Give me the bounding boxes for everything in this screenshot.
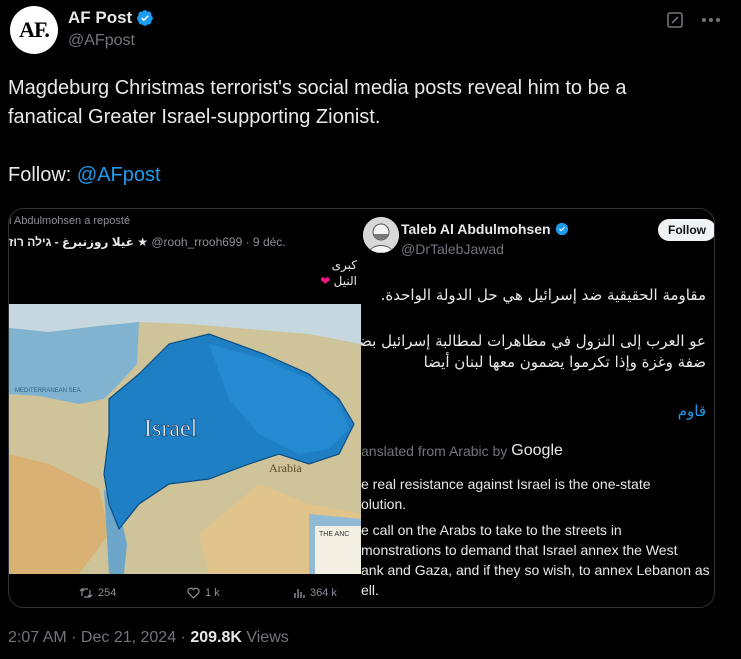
views-count: 209.8K bbox=[190, 629, 242, 646]
follow-label: Follow: bbox=[8, 164, 77, 186]
greater-israel-map: Israel Arabia MEDITERRANEAN SEA THE ANC bbox=[9, 304, 361, 574]
views-action: 364 k bbox=[293, 587, 337, 599]
arabic-line: كبرى bbox=[331, 258, 357, 272]
embedded-screenshot-left: l Abdulmohsen a reposté غيلا روزنبرغ - ג… bbox=[9, 209, 361, 607]
views-count: 364 k bbox=[310, 587, 337, 599]
embedded-user-name: غيلا روزنبرغ - גילה רוז bbox=[9, 235, 134, 249]
translated-label: anslated from Arabic by Google bbox=[361, 442, 563, 460]
embedded-avatar bbox=[363, 217, 399, 253]
map-label-arabia: Arabia bbox=[269, 461, 302, 475]
tweet-header: AF. AF Post @AFpost bbox=[10, 6, 731, 56]
like-icon bbox=[187, 587, 200, 599]
translated-line: ank and Gaza, and if they so wish, to an… bbox=[361, 562, 710, 578]
translated-text: anslated from Arabic by bbox=[361, 443, 508, 459]
retweet-icon bbox=[79, 588, 93, 598]
mention-link[interactable]: @AFpost bbox=[77, 164, 161, 186]
views-label: Views bbox=[241, 629, 289, 646]
tweet-footer: 2:07 AM · Dec 21, 2024 · 209.8K Views bbox=[8, 629, 289, 647]
author-block: AF Post @AFpost bbox=[68, 8, 154, 50]
arabic-paragraph: عو العرب إلى النزول في مظاهرات لمطالبة إ… bbox=[361, 332, 706, 350]
verified-badge-icon bbox=[137, 10, 154, 26]
like-count: 1 k bbox=[205, 587, 220, 599]
media-image[interactable]: l Abdulmohsen a reposté غيلا روزنبرغ - ג… bbox=[8, 208, 715, 608]
embedded-arabic-text: كبرى ❤ النيل bbox=[320, 257, 357, 289]
translated-line: olution. bbox=[361, 496, 407, 512]
embedded-user-line: غيلا روزنبرغ - גילה רוז ★ @rooh_rrooh699… bbox=[9, 235, 286, 249]
embedded-author-name-row: Taleb Al Abdulmohsen bbox=[401, 221, 569, 237]
arabic-paragraph: مقاومة الحقيقية ضد إسرائيل هي حل الدولة … bbox=[380, 286, 706, 304]
embedded-follow-button: Follow bbox=[658, 219, 714, 241]
embedded-user-meta: @rooh_rrooh699 · 9 déc. bbox=[151, 235, 286, 249]
arabic-link: قاوم bbox=[677, 402, 706, 420]
translated-line: e real resistance against Israel is the … bbox=[361, 476, 651, 492]
arabic-paragraph: ضفة وغزة وإذا تكرموا يضمون معها لبنان أي… bbox=[423, 353, 706, 371]
translated-line: monstrations to demand that Israel annex… bbox=[361, 542, 678, 558]
embedded-author-name: Taleb Al Abdulmohsen bbox=[401, 221, 551, 237]
map-label-israel: Israel bbox=[144, 416, 198, 442]
translated-body: e real resistance against Israel is the … bbox=[361, 474, 714, 606]
embedded-screenshot-right: Taleb Al Abdulmohsen @DrTalebJawad Follo… bbox=[361, 209, 714, 607]
tweet-body: Magdeburg Christmas terrorist's social m… bbox=[8, 74, 728, 190]
translated-line: e call on the Arabs to take to the stree… bbox=[361, 522, 622, 538]
author-handle[interactable]: @AFpost bbox=[68, 32, 154, 50]
more-icon[interactable] bbox=[701, 10, 721, 30]
retweet-count: 254 bbox=[98, 587, 117, 599]
embedded-action-bar: 254 1 k 364 k bbox=[9, 587, 361, 607]
retweet-action: 254 bbox=[79, 587, 116, 599]
tweet-text-line: Magdeburg Christmas terrorist's social m… bbox=[8, 77, 627, 99]
views-icon bbox=[294, 589, 305, 598]
like-action: 1 k bbox=[187, 587, 220, 599]
flag-icon: ★ bbox=[137, 235, 149, 249]
timestamp-link[interactable]: 2:07 AM · Dec 21, 2024 · bbox=[8, 629, 190, 646]
repost-indicator: l Abdulmohsen a reposté bbox=[9, 215, 131, 227]
google-logo: Google bbox=[511, 442, 563, 459]
author-avatar[interactable]: AF. bbox=[10, 6, 58, 54]
embedded-author-handle: @DrTalebJawad bbox=[401, 241, 504, 257]
author-name[interactable]: AF Post bbox=[68, 8, 132, 28]
tweet-text-line: fanatical Greater Israel-supporting Zion… bbox=[8, 106, 381, 128]
verified-badge-icon bbox=[555, 222, 568, 236]
tweet-follow-line: Follow: @AFpost bbox=[8, 161, 728, 190]
translated-line: ell. bbox=[361, 582, 379, 598]
arabic-line: النيل bbox=[333, 274, 357, 288]
map-label-sea: MEDITERRANEAN SEA bbox=[15, 388, 81, 394]
map-label-corner: THE ANC bbox=[319, 531, 349, 538]
heart-icon: ❤ bbox=[320, 274, 331, 288]
edit-icon[interactable] bbox=[665, 10, 685, 30]
